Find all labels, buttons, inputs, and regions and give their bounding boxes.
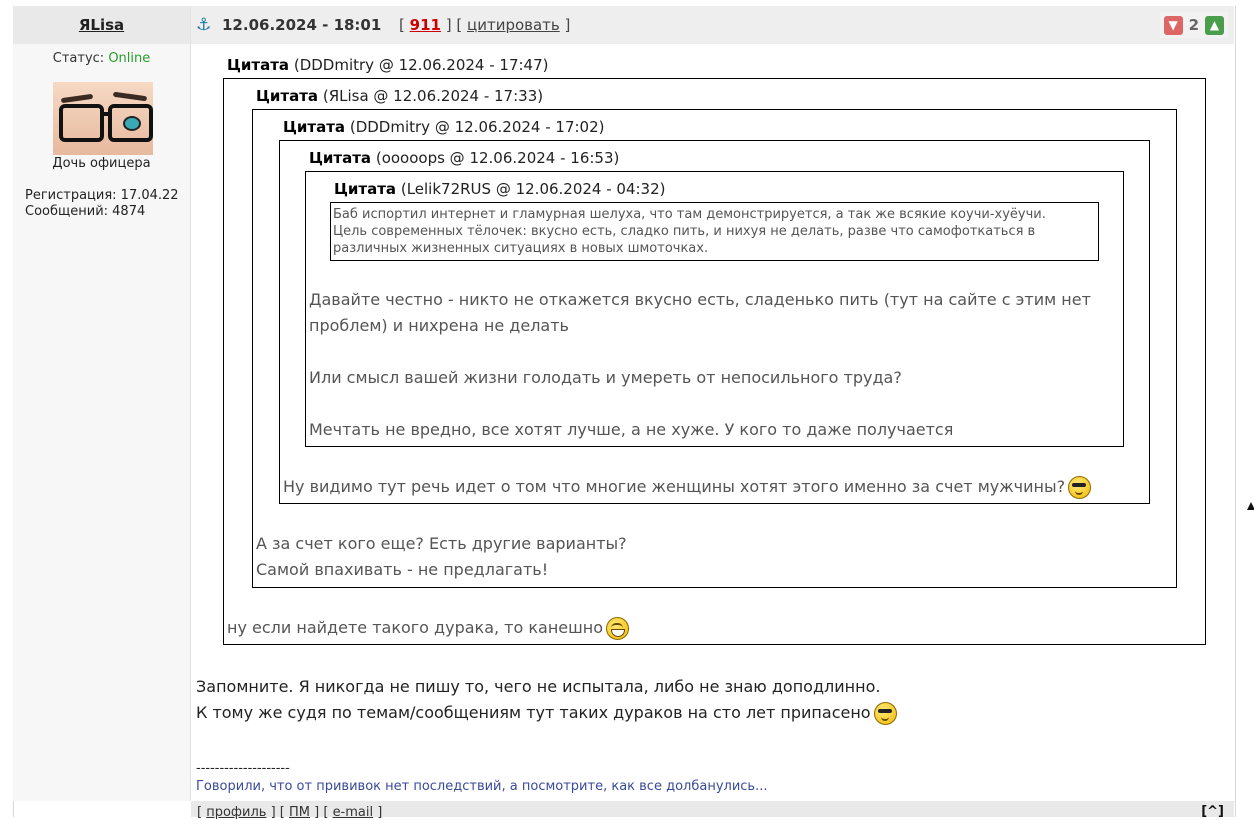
avatar-lens-left (59, 104, 104, 142)
avatar-brow-left (60, 93, 94, 104)
post-footer: [ профиль ] [ ПМ ] [ e-mail ] [^] (191, 801, 1234, 820)
quote-2-text: А за счет кого еще? Есть другие варианты… (256, 534, 627, 579)
avatar[interactable] (53, 82, 153, 155)
user-stats: Регистрация: 17.04.22 Сообщений: 4874 (25, 188, 179, 220)
cite-link[interactable]: цитировать (467, 16, 560, 34)
cursor-icon (1247, 502, 1254, 510)
quote-1-header: Цитата (DDDmitry @ 12.06.2024 - 17:47) (227, 56, 549, 74)
quote-1-text: ну если найдете такого дурака, то канешн… (227, 615, 630, 641)
post-datetime: 12.06.2024 - 18:01 (222, 16, 382, 34)
user-header: ЯLisa (13, 6, 190, 44)
rating-count: 2 (1188, 16, 1199, 34)
laugh-smiley-icon (606, 617, 630, 640)
quote-3-text: Ну видимо тут речь идет о том что многие… (283, 474, 1092, 500)
cool-smiley-icon (1068, 476, 1092, 499)
post-header: ⚓ 12.06.2024 - 18:01 [ 911 ] [ цитироват… (191, 6, 1234, 44)
registration-date: Регистрация: 17.04.22 (25, 188, 179, 203)
online-badge: Online (108, 51, 151, 66)
email-link[interactable]: e-mail (333, 805, 374, 820)
cool-smiley-icon (873, 702, 897, 725)
post-body: Запомните. Я никогда не пишу то, чего не… (196, 674, 897, 726)
message-count: Сообщений: 4874 (25, 204, 146, 219)
signature-separator: -------------------- (196, 761, 290, 776)
signature-text: Говорили, что от прививок нет последстви… (196, 779, 768, 794)
pm-link[interactable]: ПМ (289, 805, 310, 820)
thumb-up-icon[interactable]: ▲ (1205, 15, 1224, 35)
username-link[interactable]: ЯLisa (79, 16, 124, 34)
thumb-down-icon[interactable]: ▼ (1163, 15, 1183, 35)
quote-5-text: Баб испортил интернет и гламурная шелуха… (333, 207, 1046, 256)
quote-3-header: Цитата (DDDmitry @ 12.06.2024 - 17:02) (283, 118, 605, 136)
anchor-icon[interactable]: ⚓ (196, 15, 211, 35)
quote-4-header: Цитата (ooooops @ 12.06.2024 - 16:53) (309, 149, 620, 167)
quote-4-text: Давайте честно - никто не откажется вкус… (309, 290, 1091, 439)
rating-box: ▼ 2 ▲ (1159, 12, 1228, 38)
user-status: Статус: Online (52, 51, 151, 66)
post-number-link[interactable]: 911 (410, 16, 441, 34)
user-title: Дочь офицера (52, 156, 151, 171)
avatar-bridge (100, 112, 108, 116)
avatar-brow-right (112, 91, 148, 102)
profile-link[interactable]: профиль (206, 805, 266, 820)
quote-5-header: Цитата (Lelik72RUS @ 12.06.2024 - 04:32) (334, 180, 666, 198)
avatar-eye (123, 116, 141, 131)
footer-links: [ профиль ] [ ПМ ] [ e-mail ] (197, 805, 383, 820)
quote-2-header: Цитата (ЯLisa @ 12.06.2024 - 17:33) (256, 87, 544, 105)
post-meta: [ 911 ] [ цитировать ] (399, 16, 571, 34)
